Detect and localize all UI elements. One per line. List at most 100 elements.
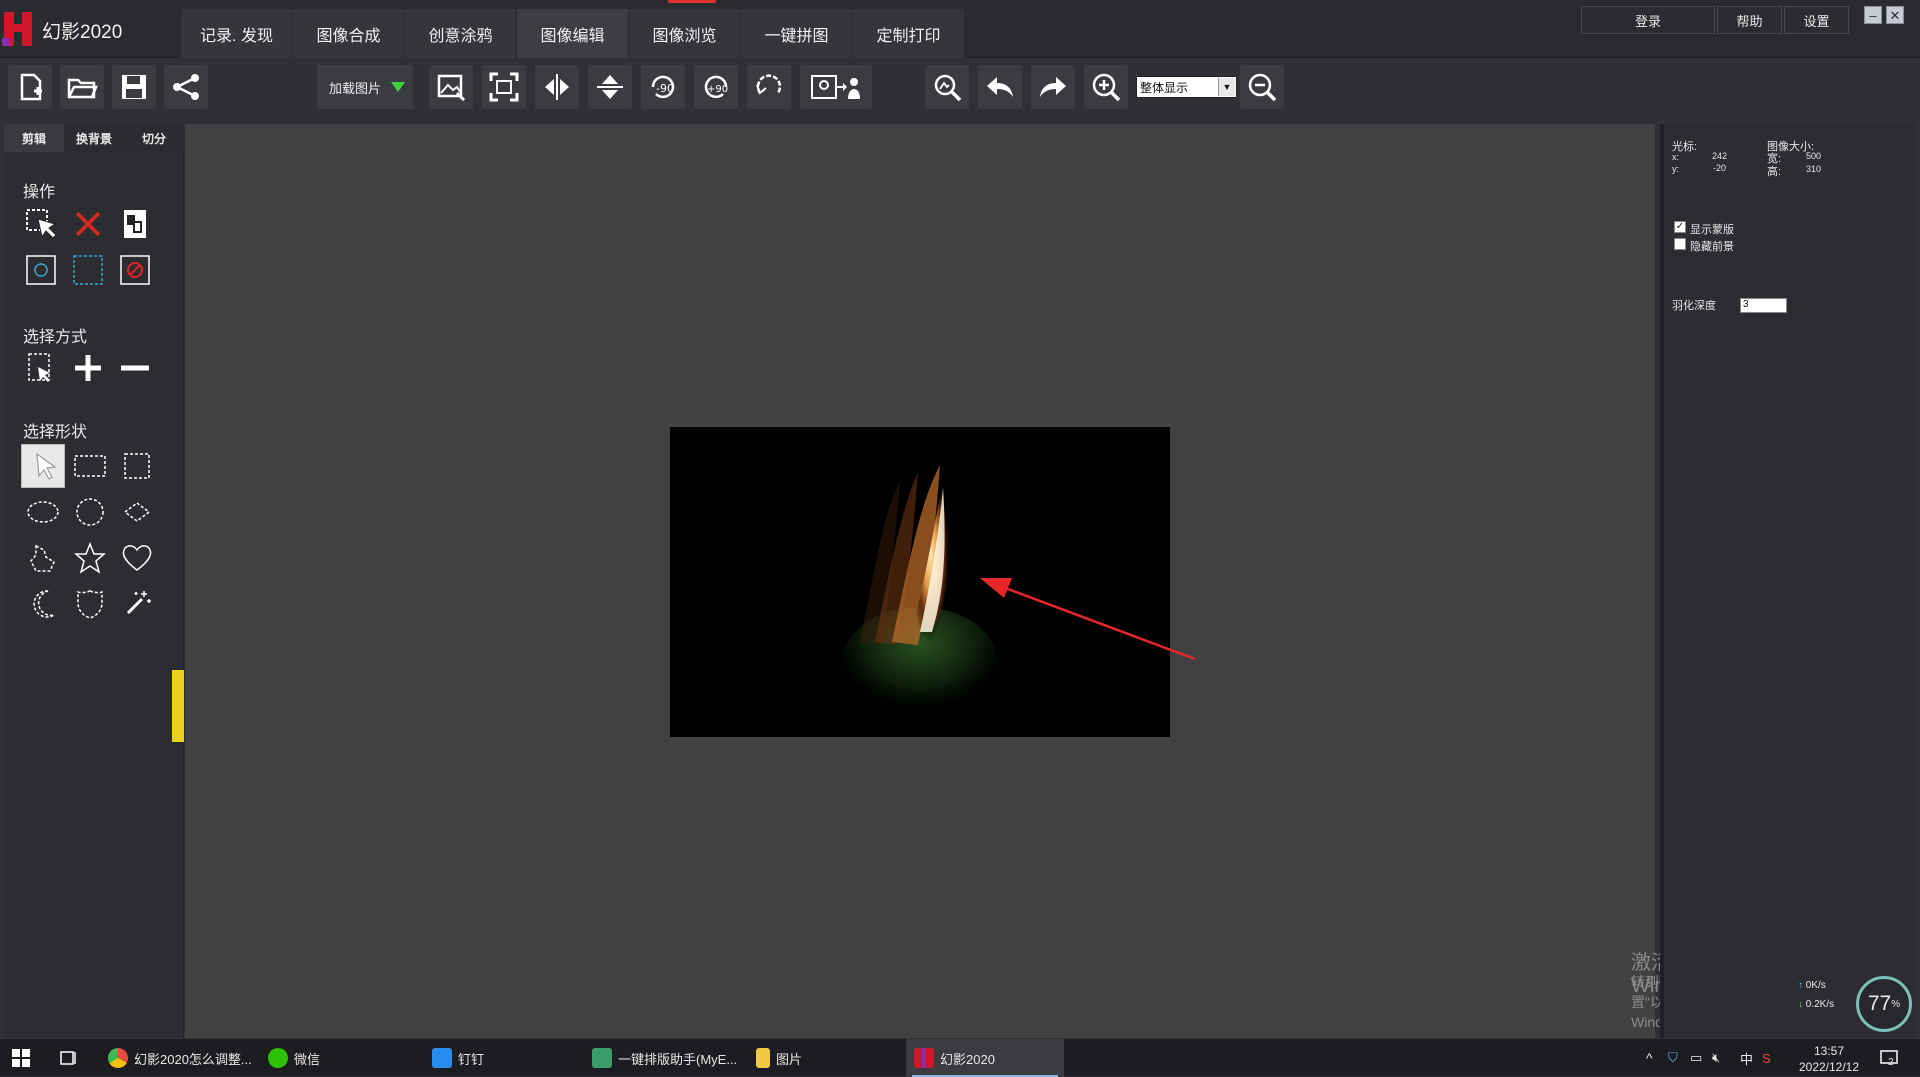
image-canvas[interactable]: 激活 Windows 转到"设置"以激活 Windows。 bbox=[185, 124, 1712, 1038]
magic-wand-icon[interactable] bbox=[117, 584, 157, 624]
taskbar-item-app[interactable]: 幻影2020 bbox=[906, 1039, 1064, 1077]
svg-text:-90: -90 bbox=[656, 82, 674, 95]
search-image-icon[interactable] bbox=[925, 65, 969, 109]
undo-icon[interactable] bbox=[978, 65, 1022, 109]
flip-vertical-icon[interactable] bbox=[588, 65, 632, 109]
zoom-out-icon[interactable] bbox=[1240, 65, 1284, 109]
taskbar-item-dingtalk[interactable]: 钉钉 bbox=[432, 1039, 532, 1077]
ellipse-region-icon[interactable] bbox=[21, 250, 61, 290]
help-button[interactable]: 帮助 bbox=[1717, 6, 1782, 34]
new-file-icon[interactable] bbox=[8, 65, 52, 109]
hide-foreground-checkbox[interactable] bbox=[1674, 238, 1686, 250]
tab-print[interactable]: 定制打印 bbox=[853, 9, 964, 58]
tab-clip[interactable]: 剪辑 bbox=[4, 124, 64, 152]
rotate-free-icon[interactable] bbox=[747, 65, 791, 109]
taskbar-item-browser[interactable]: 幻影2020怎么调整... bbox=[108, 1039, 258, 1077]
taskbar-item-layout-helper[interactable]: 一键排版助手(MyE... bbox=[592, 1039, 742, 1077]
tab-doodle[interactable]: 创意涂鸦 bbox=[405, 9, 516, 58]
shape-shield-icon[interactable] bbox=[70, 584, 110, 624]
delete-x-icon[interactable] bbox=[68, 204, 108, 244]
clock-time: 13:57 bbox=[1813, 1044, 1845, 1058]
task-view-icon[interactable] bbox=[60, 1039, 82, 1077]
annotation-arrow-icon bbox=[980, 578, 1196, 661]
notification-count: 2 bbox=[1888, 1056, 1894, 1068]
select-pointer-icon[interactable] bbox=[21, 204, 61, 244]
panel-collapse-handle[interactable] bbox=[172, 670, 184, 742]
section-select-shape-title: 选择形状 bbox=[23, 424, 88, 441]
fit-image-icon[interactable] bbox=[429, 65, 473, 109]
redo-icon[interactable] bbox=[1031, 65, 1075, 109]
load-image-dropdown[interactable]: 加载图片 bbox=[317, 65, 413, 109]
close-button[interactable]: ✕ bbox=[1886, 6, 1904, 24]
ime-indicator[interactable]: 中 bbox=[1740, 1039, 1753, 1077]
zoom-in-icon[interactable] bbox=[1084, 65, 1128, 109]
tab-image-browse[interactable]: 图像浏览 bbox=[629, 9, 740, 58]
tab-record[interactable]: 记录. 发现 bbox=[181, 9, 292, 58]
tab-collage[interactable]: 一键拼图 bbox=[741, 9, 852, 58]
tab-change-bg[interactable]: 换背景 bbox=[64, 124, 124, 152]
replace-person-icon[interactable] bbox=[800, 65, 872, 109]
folder-icon bbox=[756, 1048, 770, 1068]
layout-helper-icon bbox=[592, 1048, 612, 1068]
memory-gauge[interactable]: 77% bbox=[1856, 976, 1912, 1032]
upload-speed: 0K/s bbox=[1805, 980, 1826, 991]
shape-pointer-icon[interactable] bbox=[21, 444, 65, 488]
shield-icon[interactable]: ⛉ bbox=[1668, 1039, 1678, 1077]
fullscreen-icon[interactable] bbox=[482, 65, 526, 109]
rotate-plus-90-icon[interactable]: +90 bbox=[694, 65, 738, 109]
left-tool-panel: 剪辑 换背景 切分 操作 选择方式 选择形状 bbox=[4, 124, 184, 1038]
volume-muted-icon[interactable]: 🔇︎ bbox=[1712, 1039, 1720, 1077]
taskbar-item-label: 幻影2020 bbox=[940, 1051, 995, 1067]
new-selection-icon[interactable] bbox=[21, 348, 61, 388]
clear-region-icon[interactable] bbox=[115, 250, 155, 290]
shape-moon-icon[interactable] bbox=[23, 584, 63, 624]
show-mask-label: 显示蒙版 bbox=[1690, 224, 1734, 236]
copy-layer-icon[interactable] bbox=[115, 204, 155, 244]
notification-icon[interactable]: 2 bbox=[1880, 1039, 1898, 1077]
network-icon[interactable]: ▭ bbox=[1690, 1039, 1702, 1077]
tab-compose[interactable]: 图像合成 bbox=[293, 9, 404, 58]
tab-image-edit[interactable]: 图像编辑 bbox=[517, 9, 628, 58]
wechat-icon bbox=[268, 1048, 288, 1068]
image-height-value: 310 bbox=[1806, 164, 1822, 174]
shape-circle-icon[interactable] bbox=[70, 492, 110, 532]
flip-horizontal-icon[interactable] bbox=[535, 65, 579, 109]
system-clock[interactable]: 13:57 2022/12/12 bbox=[1786, 1043, 1872, 1075]
settings-button[interactable]: 设置 bbox=[1784, 6, 1849, 34]
taskbar-item-pictures[interactable]: 图片 bbox=[756, 1039, 856, 1077]
taskbar-item-wechat[interactable]: 微信 bbox=[268, 1039, 368, 1077]
minimize-button[interactable]: – bbox=[1864, 6, 1882, 24]
start-icon[interactable] bbox=[12, 1039, 34, 1077]
open-folder-icon[interactable] bbox=[60, 65, 104, 109]
zoom-select[interactable]: 整体显示 ▼ bbox=[1136, 76, 1237, 98]
shape-polygon-icon[interactable] bbox=[23, 538, 63, 578]
left-panel-tabs: 剪辑 换背景 切分 bbox=[4, 124, 184, 152]
tray-overflow-icon[interactable]: ^ bbox=[1646, 1039, 1653, 1077]
login-button[interactable]: 登录 bbox=[1581, 6, 1715, 34]
rect-region-icon[interactable] bbox=[68, 250, 108, 290]
tab-split[interactable]: 切分 bbox=[124, 124, 184, 152]
sogou-icon[interactable]: S bbox=[1762, 1039, 1771, 1077]
shape-diamond-icon[interactable] bbox=[117, 492, 157, 532]
rotate-minus-90-icon[interactable]: -90 bbox=[641, 65, 685, 109]
feather-depth-input[interactable]: 3 bbox=[1740, 298, 1787, 313]
shape-square-icon[interactable] bbox=[117, 446, 157, 486]
app-title: 幻影2020 bbox=[42, 22, 123, 43]
add-selection-icon[interactable] bbox=[68, 348, 108, 388]
taskbar-item-label: 一键排版助手(MyE... bbox=[618, 1051, 738, 1067]
cursor-x-label: x: bbox=[1672, 152, 1680, 162]
app-logo-icon bbox=[2, 12, 36, 46]
image-width-value: 500 bbox=[1806, 151, 1822, 161]
shape-ellipse-icon[interactable] bbox=[23, 492, 63, 532]
load-image-label: 加载图片 bbox=[329, 80, 382, 96]
shape-heart-icon[interactable] bbox=[117, 538, 157, 578]
save-icon[interactable] bbox=[112, 65, 156, 109]
share-icon[interactable] bbox=[164, 65, 208, 109]
subtract-selection-icon[interactable] bbox=[115, 348, 155, 388]
show-mask-checkbox[interactable]: ✓ bbox=[1674, 221, 1686, 233]
shape-rectangle-icon[interactable] bbox=[70, 446, 110, 486]
shape-star-icon[interactable] bbox=[70, 538, 110, 578]
upload-arrow-icon: ↑ bbox=[1798, 980, 1806, 991]
percent-sign: % bbox=[1891, 998, 1901, 1010]
hide-foreground-label: 隐藏前景 bbox=[1690, 241, 1734, 253]
